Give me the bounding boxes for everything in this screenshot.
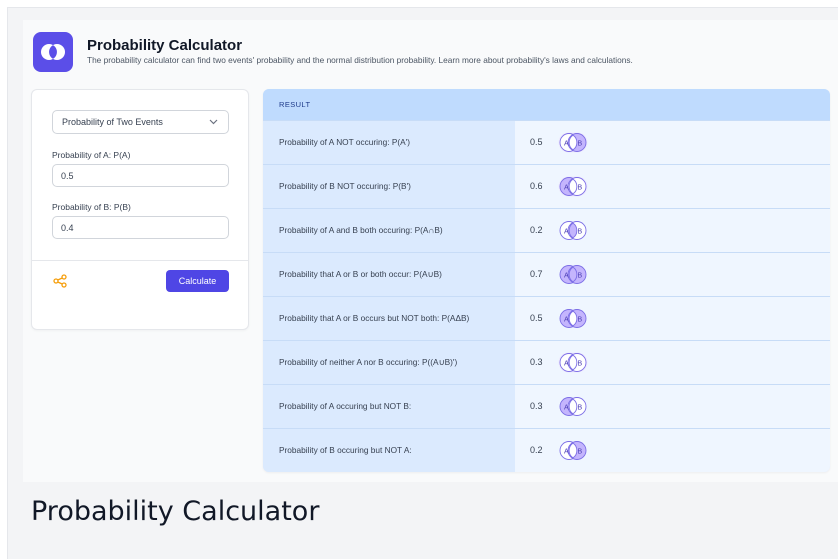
result-row: Probability of neither A nor B occuring:… bbox=[263, 340, 830, 384]
result-row: Probability of A NOT occuring: P(A') 0.5 A… bbox=[263, 120, 830, 164]
result-row-label: Probability of B occuring but NOT A: bbox=[263, 429, 515, 472]
share-icon[interactable] bbox=[53, 274, 67, 288]
result-header-label: RESULT bbox=[279, 100, 311, 109]
svg-text:B: B bbox=[578, 185, 583, 192]
result-table: RESULT Probability of A NOT occuring: P(… bbox=[263, 89, 830, 472]
svg-text:A: A bbox=[564, 449, 569, 456]
result-row-label: Probability of A NOT occuring: P(A') bbox=[263, 121, 515, 164]
result-row: Probability that A or B occurs but NOT b… bbox=[263, 296, 830, 340]
page-title: Probability Calculator bbox=[87, 37, 243, 54]
result-row: Probability of A occuring but NOT B: 0.3 A… bbox=[263, 384, 830, 428]
page-subtitle: The probability calculator can find two … bbox=[87, 55, 633, 65]
result-header: RESULT bbox=[263, 89, 830, 120]
calculator-app: Probability Calculator The probability c… bbox=[23, 20, 838, 482]
result-row-label: Probability that A or B or both occur: P… bbox=[263, 253, 515, 296]
result-row-label: Probability of neither A nor B occuring:… bbox=[263, 341, 515, 384]
mode-select-value: Probability of Two Events bbox=[62, 117, 163, 127]
venn-diagram-icon: AB bbox=[559, 309, 587, 328]
svg-text:B: B bbox=[578, 273, 583, 280]
result-row-label: Probability of A occuring but NOT B: bbox=[263, 385, 515, 428]
result-row-value: 0.5 bbox=[530, 313, 543, 323]
result-row-label: Probability of A and B both occuring: P(… bbox=[263, 209, 515, 252]
overlapping-circles-icon bbox=[33, 32, 73, 72]
result-row-value-cell: 0.3 A B bbox=[515, 385, 830, 428]
svg-text:A: A bbox=[564, 317, 569, 324]
result-row: Probability of B occuring but NOT A: 0.2 A… bbox=[263, 428, 830, 472]
result-row-label: Probability of B NOT occuring: P(B') bbox=[263, 165, 515, 208]
result-row-value: 0.6 bbox=[530, 181, 543, 191]
result-row-value: 0.3 bbox=[530, 401, 543, 411]
mode-select[interactable]: Probability of Two Events bbox=[52, 110, 229, 134]
calculate-button[interactable]: Calculate bbox=[166, 270, 229, 292]
result-row-value-cell: 0.6 A B bbox=[515, 165, 830, 208]
result-row-value-cell: 0.2 A B bbox=[515, 429, 830, 472]
page-frame: Probability Calculator The probability c… bbox=[7, 7, 838, 559]
result-row-value-cell: 0.5 A B bbox=[515, 121, 830, 164]
svg-text:A: A bbox=[564, 273, 569, 280]
prob-a-input[interactable] bbox=[52, 164, 229, 187]
input-card: Probability of Two Events Probability of… bbox=[31, 89, 249, 330]
venn-diagram-icon: AB bbox=[558, 352, 588, 373]
venn-diagram-icon: AB bbox=[559, 397, 587, 416]
result-row: Probability of B NOT occuring: P(B') 0.6 A… bbox=[263, 164, 830, 208]
result-row-value-cell: 0.7 A B bbox=[515, 253, 830, 296]
venn-diagram-icon: AB bbox=[559, 221, 587, 240]
svg-text:B: B bbox=[578, 405, 583, 412]
svg-text:A: A bbox=[564, 229, 569, 236]
prob-b-input[interactable] bbox=[52, 216, 229, 239]
svg-text:B: B bbox=[578, 317, 583, 324]
prob-a-label: Probability of A: P(A) bbox=[52, 150, 131, 160]
result-row-value: 0.3 bbox=[530, 357, 543, 367]
result-row-value-cell: 0.3 A B bbox=[515, 341, 830, 384]
venn-diagram-icon: AB bbox=[559, 265, 587, 284]
svg-text:B: B bbox=[578, 361, 583, 368]
card-divider bbox=[32, 260, 248, 261]
chevron-down-icon bbox=[209, 119, 218, 125]
svg-text:A: A bbox=[564, 405, 569, 412]
venn-diagram-icon: AB bbox=[558, 176, 588, 197]
svg-text:A: A bbox=[564, 185, 569, 192]
svg-text:B: B bbox=[578, 449, 583, 456]
result-row: Probability that A or B or both occur: P… bbox=[263, 252, 830, 296]
result-row-value: 0.5 bbox=[530, 137, 543, 147]
result-row-label: Probability that A or B occurs but NOT b… bbox=[263, 297, 515, 340]
result-row-value: 0.2 bbox=[530, 225, 543, 235]
venn-diagram-icon: AB bbox=[558, 132, 588, 153]
svg-text:A: A bbox=[564, 361, 569, 368]
venn-diagram-icon: AB bbox=[559, 441, 587, 460]
prob-b-label: Probability of B: P(B) bbox=[52, 202, 131, 212]
result-row-value-cell: 0.5 A B bbox=[515, 297, 830, 340]
svg-text:B: B bbox=[578, 141, 583, 148]
svg-text:B: B bbox=[578, 229, 583, 236]
result-row: Probability of A and B both occuring: P(… bbox=[263, 208, 830, 252]
page-caption: Probability Calculator bbox=[31, 496, 320, 527]
svg-text:A: A bbox=[564, 141, 569, 148]
result-row-value-cell: 0.2 A B bbox=[515, 209, 830, 252]
result-row-value: 0.2 bbox=[530, 445, 543, 455]
result-row-value: 0.7 bbox=[530, 269, 543, 279]
